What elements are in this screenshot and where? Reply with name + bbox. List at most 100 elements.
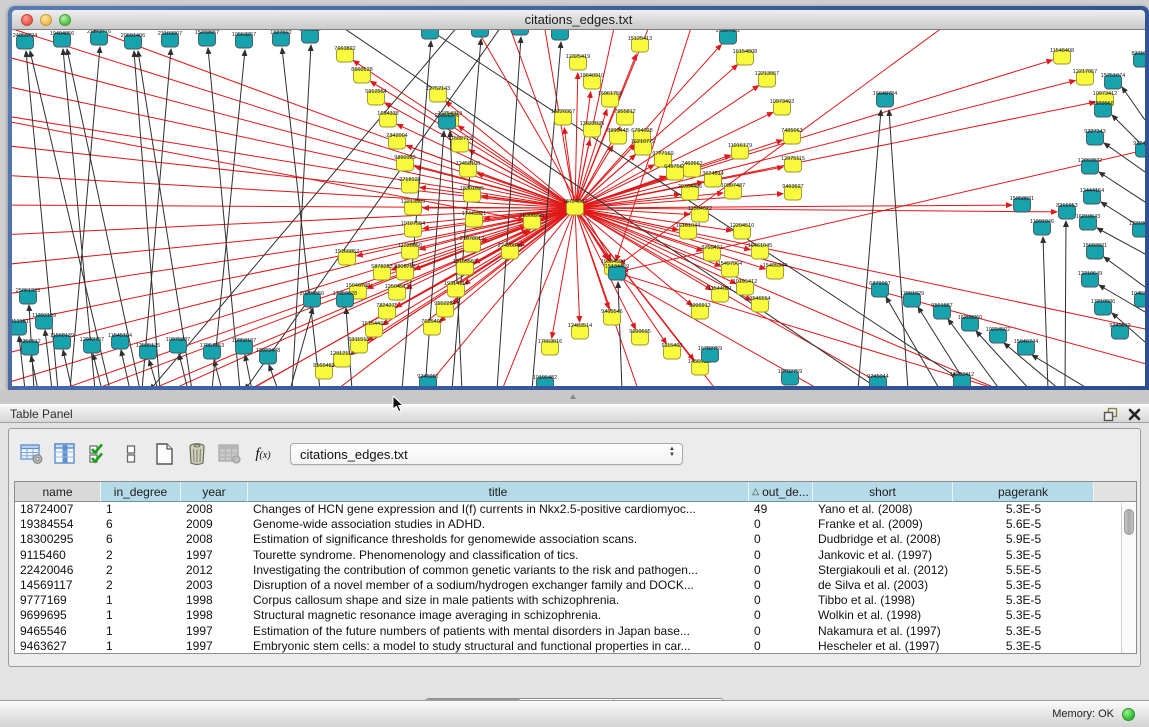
graph-node-yellow[interactable]: 11320056 [398, 243, 422, 259]
graph-node-teal[interactable]: 17957253 [200, 343, 224, 359]
float-window-icon[interactable] [1103, 407, 1118, 422]
graph-node-teal[interactable]: 18782759 [778, 369, 802, 385]
graph-node-yellow[interactable]: 1654338 [377, 111, 398, 127]
graph-node-yellow[interactable]: 16961758 [598, 91, 622, 107]
cell-in_degree[interactable]: 2 [101, 563, 181, 578]
graph-node-teal[interactable]: 11091046 [1030, 219, 1054, 235]
graph-node-teal[interactable]: 15046744 [1014, 339, 1038, 355]
graph-node-yellow[interactable]: 10195412 [733, 279, 757, 295]
table-row[interactable]: 969969511998Structural magnetic resonanc… [15, 608, 1136, 623]
cell-title[interactable]: Estimation of significance thresholds fo… [248, 532, 749, 547]
graph-node-teal[interactable]: 19404056 [50, 31, 74, 47]
graph-node-yellow[interactable]: 17552712 [448, 136, 472, 152]
cell-name[interactable]: 22420046 [15, 563, 101, 578]
unselect-all-columns-button[interactable] [116, 441, 146, 467]
graph-node-teal[interactable]: 16203412 [950, 372, 974, 386]
table-select-dropdown[interactable]: citations_edges.txt ▲▼ [290, 443, 683, 465]
function-builder-button[interactable]: f(x) [248, 441, 278, 467]
graph-node-teal[interactable]: 9245082 [417, 374, 438, 386]
column-header-title[interactable]: title [248, 482, 749, 502]
cell-year[interactable]: 1998 [181, 593, 248, 608]
cell-short[interactable]: Nakamura et al. (1997) [813, 624, 953, 639]
graph-node-teal[interactable]: 12942757 [80, 337, 104, 353]
graph-node-yellow[interactable]: 13622035 [580, 121, 604, 137]
graph-node-teal[interactable]: 25061233 [16, 288, 40, 304]
table-row[interactable]: 946362711997Embryonic stem cells: a mode… [15, 639, 1136, 654]
scrollbar-thumb[interactable] [1124, 509, 1134, 535]
graph-node-yellow[interactable]: 8755421 [701, 245, 722, 261]
cell-name[interactable]: 19384554 [15, 517, 101, 532]
column-header-year[interactable]: year [181, 482, 248, 502]
cell-out_degree[interactable]: 0 [749, 532, 813, 547]
graph-node-yellow[interactable]: 8660128 [351, 67, 372, 83]
graph-node-yellow[interactable]: 7955812 [614, 109, 635, 125]
graph-node-yellow[interactable]: 13105558 [453, 259, 477, 275]
graph-node-yellow[interactable]: 8996913 [689, 303, 710, 319]
graph-node-teal[interactable]: 20691406 [121, 33, 145, 49]
table-row[interactable]: 1456911722003Disruption of a novel membe… [15, 578, 1136, 593]
column-header-in_degree[interactable]: in_degree [101, 482, 181, 502]
graph-node-teal[interactable]: 17210036 [1091, 299, 1115, 315]
graph-node-yellow[interactable]: 12325419 [566, 54, 590, 70]
graph-node-yellow[interactable]: 10973493 [770, 99, 794, 115]
graph-node-yellow[interactable]: 15497964 [718, 261, 742, 277]
cell-short[interactable]: Wolkin et al. (1998) [813, 608, 953, 623]
graph-node-yellow[interactable]: 12213509 [401, 199, 425, 215]
cell-pagerank[interactable]: 5.3E-5 [953, 639, 1094, 654]
create-new-table-button[interactable] [149, 441, 179, 467]
table-settings-button[interactable] [17, 441, 47, 467]
graph-node-yellow[interactable]: 16161044 [676, 223, 700, 239]
cell-year[interactable]: 1997 [181, 639, 248, 654]
graph-node-yellow[interactable]: 18724007 [563, 199, 587, 215]
graph-node-yellow[interactable]: 17663016 [538, 339, 562, 355]
cell-year[interactable]: 1997 [181, 548, 248, 563]
graph-node-yellow[interactable]: 12504513 [385, 284, 409, 300]
cell-title[interactable]: Embryonic stem cells: a model to study s… [248, 639, 749, 654]
cell-pagerank[interactable]: 5.5E-5 [953, 563, 1094, 578]
cell-short[interactable]: Yano et al. (2008) [813, 502, 953, 517]
cell-short[interactable]: Dudbridge et al. (2008) [813, 532, 953, 547]
cell-year[interactable]: 2009 [181, 517, 248, 532]
graph-node-yellow[interactable]: 18640910 [580, 73, 604, 89]
graph-node-yellow[interactable]: 16154432 [362, 321, 386, 337]
cell-in_degree[interactable]: 1 [101, 502, 181, 517]
graph-node-yellow[interactable]: 19166852 [335, 249, 359, 265]
table-row[interactable]: 911546021997Tourette syndrome. Phenomeno… [15, 548, 1136, 563]
graph-node-teal[interactable]: 9245044 [867, 374, 888, 386]
graph-node-teal[interactable]: 11545194 [108, 333, 132, 349]
graph-node-teal[interactable]: 9124272 [1133, 141, 1145, 157]
cell-in_degree[interactable]: 1 [101, 639, 181, 654]
graph-node-yellow[interactable]: 9552254 [434, 301, 455, 317]
graph-node-teal[interactable]: 11393199 [32, 313, 56, 329]
cell-pagerank[interactable]: 5.6E-5 [953, 517, 1094, 532]
window-titlebar[interactable]: citations_edges.txt [12, 10, 1145, 30]
graph-node-yellow[interactable]: 9806758 [394, 264, 415, 280]
cell-title[interactable]: Changes of HCN gene expression and I(f) … [248, 502, 749, 517]
cell-in_degree[interactable]: 1 [101, 624, 181, 639]
cell-out_degree[interactable]: 0 [749, 548, 813, 563]
graph-node-teal[interactable]: 15232657 [195, 30, 219, 46]
graph-node-teal[interactable]: 11568139 [50, 333, 74, 349]
network-graph[interactable]: 1872400776638228660128591295416543382342… [12, 30, 1145, 386]
graph-node-teal[interactable]: 9561887 [931, 303, 952, 319]
graph-node-teal[interactable]: 10975887 [166, 337, 190, 353]
graph-node-teal[interactable]: 20387682 [716, 30, 740, 44]
graph-node-yellow[interactable]: 22420046 [498, 243, 522, 259]
graph-node-teal[interactable]: 10719135 [468, 30, 492, 37]
cell-year[interactable]: 2003 [181, 578, 248, 593]
select-all-columns-button[interactable] [83, 441, 113, 467]
cell-title[interactable]: Estimation of the future numbers of pati… [248, 624, 749, 639]
graph-node-yellow[interactable]: 5912954 [365, 89, 386, 105]
graph-node-teal[interactable]: 8466160 [299, 30, 320, 43]
graph-node-teal[interactable]: 12505135 [136, 343, 160, 359]
cell-in_degree[interactable]: 2 [101, 578, 181, 593]
graph-node-teal[interactable]: 24055724 [13, 33, 37, 49]
cell-year[interactable]: 2008 [181, 502, 248, 517]
cell-pagerank[interactable]: 5.3E-5 [953, 593, 1094, 608]
cell-year[interactable]: 1998 [181, 608, 248, 623]
graph-node-yellow[interactable]: 18301095 [460, 186, 484, 202]
column-header-short[interactable]: short [813, 482, 953, 502]
delete-table-button[interactable] [182, 441, 212, 467]
table-row[interactable]: 1830029562008Estimation of significance … [15, 532, 1136, 547]
graph-node-yellow[interactable]: 2718126 [399, 177, 420, 193]
